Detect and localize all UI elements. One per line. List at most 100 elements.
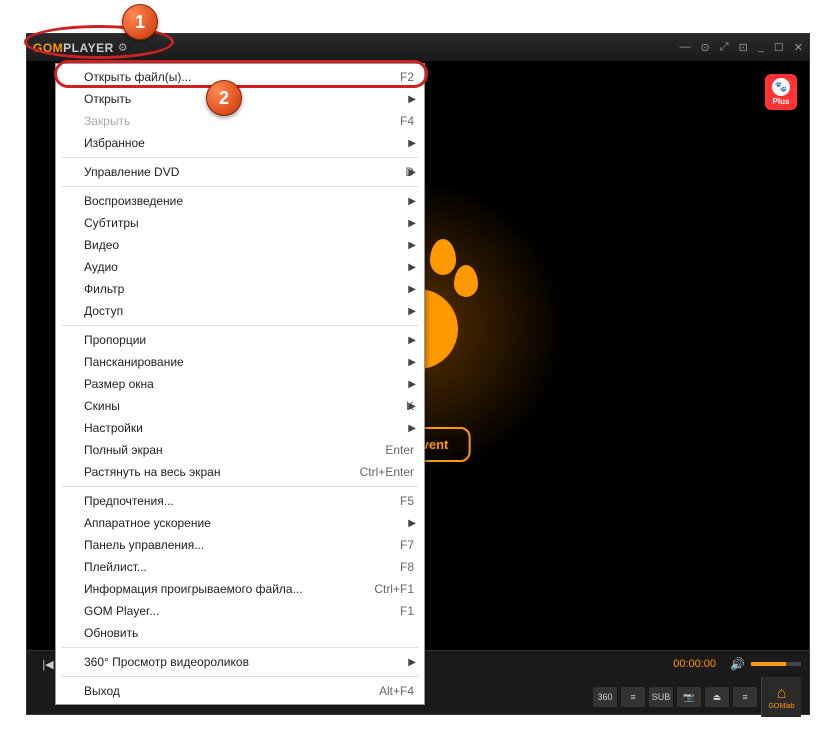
menu-item-27[interactable]: GOM Player...F1 (56, 600, 424, 622)
close-icon[interactable]: ✕ (794, 41, 803, 54)
menu-item-shortcut: F4 (400, 114, 414, 128)
menu-item-shortcut: Enter (385, 443, 414, 457)
menu-item-18[interactable]: Настройки▶ (56, 417, 424, 439)
submenu-arrow-icon: ▶ (408, 240, 416, 251)
menu-item-9[interactable]: Видео▶ (56, 234, 424, 256)
submenu-arrow-icon: ▶ (408, 379, 416, 390)
menu-item-17[interactable]: СкиныK▶ (56, 395, 424, 417)
expand-icon[interactable]: ⤢ (720, 41, 729, 54)
menu-button[interactable]: ≡ (733, 687, 757, 707)
menu-item-30[interactable]: 360° Просмотр видеороликов▶ (56, 651, 424, 673)
gear-icon[interactable]: ⚙ (118, 41, 128, 54)
submenu-arrow-icon: ▶ (408, 138, 416, 149)
menu-item-label: Предпочтения... (84, 494, 400, 508)
menu-item-2: ЗакрытьF4 (56, 110, 424, 132)
menu-item-14[interactable]: Пропорции▶ (56, 329, 424, 351)
submenu-arrow-icon: ▶ (408, 423, 416, 434)
menu-item-label: Управление DVD (84, 165, 405, 179)
menu-item-label: Избранное (84, 136, 414, 150)
menu-item-20[interactable]: Растянуть на весь экранCtrl+Enter (56, 461, 424, 483)
menu-item-label: Пропорции (84, 333, 414, 347)
menu-item-0[interactable]: Открыть файл(ы)...F2 (56, 66, 424, 88)
menu-item-label: Аппаратное ускорение (84, 516, 414, 530)
submenu-arrow-icon: ▶ (408, 401, 416, 412)
logo-gom: GOM (33, 41, 63, 55)
equalizer-button[interactable]: ≡ (621, 687, 645, 707)
menu-item-label: Субтитры (84, 216, 414, 230)
menu-item-24[interactable]: Панель управления...F7 (56, 534, 424, 556)
menu-item-23[interactable]: Аппаратное ускорение▶ (56, 512, 424, 534)
screenshot-button[interactable]: 📷 (677, 687, 701, 707)
app-logo[interactable]: GOMPLAYER (33, 41, 114, 55)
logo-player: PLAYER (63, 41, 114, 55)
menu-item-label: Открыть файл(ы)... (84, 70, 400, 84)
menu-item-3[interactable]: Избранное▶ (56, 132, 424, 154)
menu-separator (62, 186, 418, 187)
volume-slider[interactable] (751, 662, 801, 666)
menu-item-25[interactable]: Плейлист...F8 (56, 556, 424, 578)
compact-icon[interactable]: — (680, 41, 691, 54)
menu-separator (62, 676, 418, 677)
menu-item-7[interactable]: Воспроизведение▶ (56, 190, 424, 212)
volume-icon[interactable]: 🔊 (730, 657, 745, 671)
menu-item-label: Скины (84, 399, 406, 413)
submenu-arrow-icon: ▶ (408, 357, 416, 368)
menu-item-19[interactable]: Полный экранEnter (56, 439, 424, 461)
menu-item-shortcut: Ctrl+Enter (360, 465, 414, 479)
menu-item-label: Полный экран (84, 443, 385, 457)
menu-item-32[interactable]: ВыходAlt+F4 (56, 680, 424, 702)
menu-item-label: GOM Player... (84, 604, 400, 618)
ontop-icon[interactable]: ⊙ (701, 41, 710, 54)
submenu-arrow-icon: ▶ (408, 518, 416, 529)
context-menu: Открыть файл(ы)...F2Открыть▶ЗакрытьF4Изб… (55, 63, 425, 705)
window-controls: — ⊙ ⤢ ⊡ _ ☐ ✕ (680, 41, 803, 54)
menu-item-11[interactable]: Фильтр▶ (56, 278, 424, 300)
menu-separator (62, 486, 418, 487)
menu-item-label: Закрыть (84, 114, 400, 128)
maximize-icon[interactable]: ☐ (774, 41, 784, 54)
menu-item-5[interactable]: Управление DVDD▶ (56, 161, 424, 183)
eject-button[interactable]: ⏏ (705, 687, 729, 707)
menu-separator (62, 157, 418, 158)
menu-item-label: Доступ (84, 304, 414, 318)
menu-item-shortcut: F7 (400, 538, 414, 552)
submenu-arrow-icon: ▶ (408, 306, 416, 317)
menu-item-26[interactable]: Информация проигрываемого файла...Ctrl+F… (56, 578, 424, 600)
submenu-arrow-icon: ▶ (408, 218, 416, 229)
subtitle-button[interactable]: SUB (649, 687, 673, 707)
menu-item-label: Плейлист... (84, 560, 400, 574)
menu-item-15[interactable]: Пансканирование▶ (56, 351, 424, 373)
plus-badge[interactable]: 🐾 Plus (765, 74, 797, 110)
windowed-icon[interactable]: ⊡ (739, 41, 748, 54)
menu-item-22[interactable]: Предпочтения...F5 (56, 490, 424, 512)
menu-item-10[interactable]: Аудио▶ (56, 256, 424, 278)
home-icon: ⌂ (777, 685, 787, 703)
submenu-arrow-icon: ▶ (408, 335, 416, 346)
menu-item-label: Обновить (84, 626, 414, 640)
menu-item-label: Открыть (84, 92, 414, 106)
view-360-button[interactable]: 360 (593, 687, 617, 707)
submenu-arrow-icon: ▶ (408, 262, 416, 273)
menu-item-12[interactable]: Доступ▶ (56, 300, 424, 322)
menu-item-shortcut: F5 (400, 494, 414, 508)
menu-item-label: Панель управления... (84, 538, 400, 552)
submenu-arrow-icon: ▶ (408, 196, 416, 207)
submenu-arrow-icon: ▶ (408, 94, 416, 105)
minimize-icon[interactable]: _ (758, 41, 764, 54)
menu-item-label: Фильтр (84, 282, 414, 296)
menu-item-16[interactable]: Размер окна▶ (56, 373, 424, 395)
menu-item-shortcut: F1 (400, 604, 414, 618)
menu-item-label: Аудио (84, 260, 414, 274)
callout-badge-1: 1 (122, 4, 158, 40)
menu-item-shortcut: F2 (400, 70, 414, 84)
menu-item-label: Воспроизведение (84, 194, 414, 208)
submenu-arrow-icon: ▶ (408, 657, 416, 668)
menu-item-label: Информация проигрываемого файла... (84, 582, 374, 596)
menu-separator (62, 647, 418, 648)
menu-item-28[interactable]: Обновить (56, 622, 424, 644)
menu-item-8[interactable]: Субтитры▶ (56, 212, 424, 234)
menu-item-label: Видео (84, 238, 414, 252)
gomlab-button[interactable]: ⌂ GOMlab (761, 677, 801, 717)
gomlab-label: GOMlab (768, 703, 794, 710)
menu-item-label: Пансканирование (84, 355, 414, 369)
